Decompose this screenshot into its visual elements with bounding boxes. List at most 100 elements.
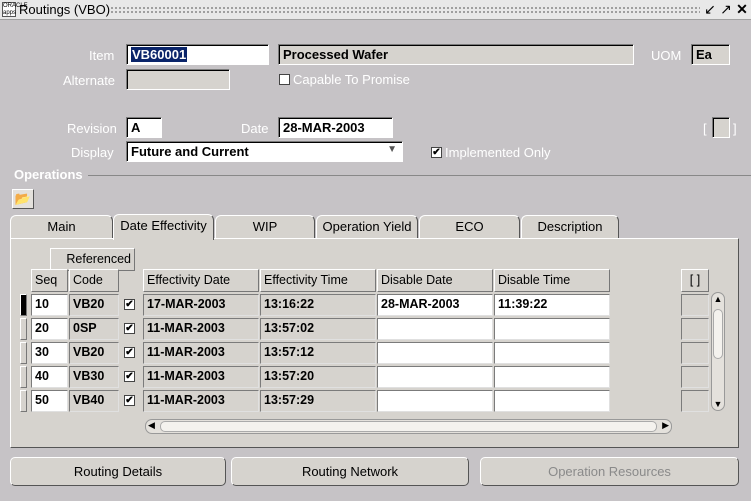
- seq-cell[interactable]: 30: [31, 342, 68, 364]
- effectivity-time-cell[interactable]: 13:16:22: [260, 294, 376, 316]
- header-flex-open-bracket: [: [703, 121, 707, 136]
- code-cell[interactable]: VB30: [69, 366, 119, 388]
- disable-time-cell[interactable]: [494, 390, 610, 412]
- flexfield-cell[interactable]: [681, 294, 709, 316]
- window-title: Routings (VBO): [19, 2, 111, 17]
- minimize-icon[interactable]: ↙: [703, 1, 717, 17]
- disable-date-cell[interactable]: [377, 318, 493, 340]
- section-divider: [88, 175, 751, 176]
- row-selector[interactable]: [20, 390, 27, 412]
- date-field[interactable]: 28-MAR-2003: [278, 117, 393, 138]
- flexfield-cell[interactable]: [681, 318, 709, 340]
- row-selector[interactable]: [20, 342, 27, 364]
- flexfield-column-header: [ ]: [681, 269, 709, 292]
- implemented-only-checkbox[interactable]: ✔: [431, 147, 442, 158]
- disable-time-column-header: Disable Time: [494, 269, 610, 292]
- row-selector[interactable]: [20, 318, 27, 340]
- tab-wip[interactable]: WIP: [215, 215, 315, 239]
- implemented-only-label: Implemented Only: [445, 145, 551, 160]
- maximize-icon[interactable]: ↗: [719, 1, 733, 17]
- scroll-right-icon[interactable]: ▶: [662, 420, 669, 431]
- routing-details-button[interactable]: Routing Details: [10, 457, 226, 486]
- referenced-checkbox[interactable]: ✔: [124, 395, 135, 406]
- effectivity-date-cell[interactable]: 17-MAR-2003: [143, 294, 259, 316]
- display-select[interactable]: Future and Current ▼: [126, 141, 403, 162]
- effectivity-time-cell[interactable]: 13:57:20: [260, 366, 376, 388]
- code-cell[interactable]: VB40: [69, 390, 119, 412]
- scroll-down-icon[interactable]: ▼: [713, 399, 723, 409]
- effectivity-date-cell[interactable]: 11-MAR-2003: [143, 318, 259, 340]
- referenced-checkbox[interactable]: ✔: [124, 371, 135, 382]
- code-cell[interactable]: 0SP: [69, 318, 119, 340]
- effectivity-date-cell[interactable]: 11-MAR-2003: [143, 390, 259, 412]
- alternate-field[interactable]: [126, 69, 230, 90]
- routing-network-button[interactable]: Routing Network: [231, 457, 469, 486]
- effectivity-time-cell[interactable]: 13:57:02: [260, 318, 376, 340]
- effectivity-date-cell[interactable]: 11-MAR-2003: [143, 342, 259, 364]
- disable-date-cell[interactable]: [377, 366, 493, 388]
- chevron-down-icon: ▼: [387, 144, 397, 155]
- tab-main[interactable]: Main: [10, 215, 113, 239]
- row-selector[interactable]: [20, 294, 27, 316]
- disable-time-cell[interactable]: [494, 318, 610, 340]
- effectivity-date-cell[interactable]: 11-MAR-2003: [143, 366, 259, 388]
- seq-cell[interactable]: 50: [31, 390, 68, 412]
- display-label: Display: [71, 145, 114, 160]
- revision-field[interactable]: A: [126, 117, 162, 138]
- tab-date-effectivity[interactable]: Date Effectivity: [113, 214, 214, 240]
- item-label: Item: [89, 48, 115, 63]
- capable-to-promise-checkbox[interactable]: [279, 74, 290, 85]
- seq-column-header: Seq: [31, 269, 68, 292]
- tab-operation-yield[interactable]: Operation Yield: [316, 215, 418, 239]
- disable-time-cell[interactable]: 11:39:22: [494, 294, 610, 316]
- capable-to-promise-label: Capable To Promise: [293, 72, 410, 87]
- header-flex-close-bracket: ]: [733, 121, 737, 136]
- disable-date-column-header: Disable Date: [377, 269, 493, 292]
- uom-label: UOM: [651, 48, 682, 63]
- flexfield-cell[interactable]: [681, 342, 709, 364]
- seq-cell[interactable]: 10: [31, 294, 68, 316]
- seq-cell[interactable]: 20: [31, 318, 68, 340]
- referenced-checkbox[interactable]: ✔: [124, 299, 135, 310]
- disable-time-cell[interactable]: [494, 366, 610, 388]
- item-field[interactable]: VB60001: [126, 44, 269, 65]
- display-value: Future and Current: [131, 144, 249, 159]
- uom-field: Ea: [691, 44, 730, 65]
- horizontal-scrollbar[interactable]: ◀ ▶: [145, 419, 672, 434]
- referenced-group-header: Referenced: [50, 248, 135, 271]
- item-description-field: Processed Wafer: [278, 44, 634, 65]
- close-icon[interactable]: ✕: [735, 1, 749, 17]
- flexfield-cell[interactable]: [681, 366, 709, 388]
- date-label: Date: [241, 121, 269, 136]
- item-value: VB60001: [131, 47, 188, 62]
- row-selector[interactable]: [20, 366, 27, 388]
- code-column-header: Code: [69, 269, 119, 292]
- operations-section-title: Operations: [14, 167, 83, 182]
- disable-time-cell[interactable]: [494, 342, 610, 364]
- code-cell[interactable]: VB20: [69, 294, 119, 316]
- referenced-checkbox[interactable]: ✔: [124, 347, 135, 358]
- scroll-left-icon[interactable]: ◀: [148, 420, 155, 431]
- disable-date-cell[interactable]: [377, 390, 493, 412]
- effectivity-time-cell[interactable]: 13:57:12: [260, 342, 376, 364]
- effectivity-time-cell[interactable]: 13:57:29: [260, 390, 376, 412]
- effectivity-time-column-header: Effectivity Time: [260, 269, 376, 292]
- effectivity-date-column-header: Effectivity Date: [143, 269, 259, 292]
- tab-eco[interactable]: ECO: [419, 215, 520, 239]
- disable-date-cell[interactable]: [377, 342, 493, 364]
- seq-cell[interactable]: 40: [31, 366, 68, 388]
- vertical-scroll-thumb[interactable]: [713, 309, 723, 359]
- code-cell[interactable]: VB20: [69, 342, 119, 364]
- operation-resources-button[interactable]: Operation Resources: [480, 457, 739, 486]
- disable-date-cell[interactable]: 28-MAR-2003: [377, 294, 493, 316]
- vertical-scrollbar[interactable]: ▲ ▼: [711, 292, 725, 411]
- tab-description[interactable]: Description: [521, 215, 619, 239]
- flexfield-cell[interactable]: [681, 390, 709, 412]
- header-flexfield[interactable]: [712, 117, 730, 138]
- title-bar-grip: [110, 6, 700, 14]
- horizontal-scroll-thumb[interactable]: [160, 421, 657, 432]
- referenced-checkbox[interactable]: ✔: [124, 323, 135, 334]
- title-bar: ORACLE apps Routings (VBO) ↙ ↗ ✕: [0, 0, 751, 20]
- folder-icon[interactable]: 📂: [12, 189, 34, 209]
- scroll-up-icon[interactable]: ▲: [713, 294, 723, 304]
